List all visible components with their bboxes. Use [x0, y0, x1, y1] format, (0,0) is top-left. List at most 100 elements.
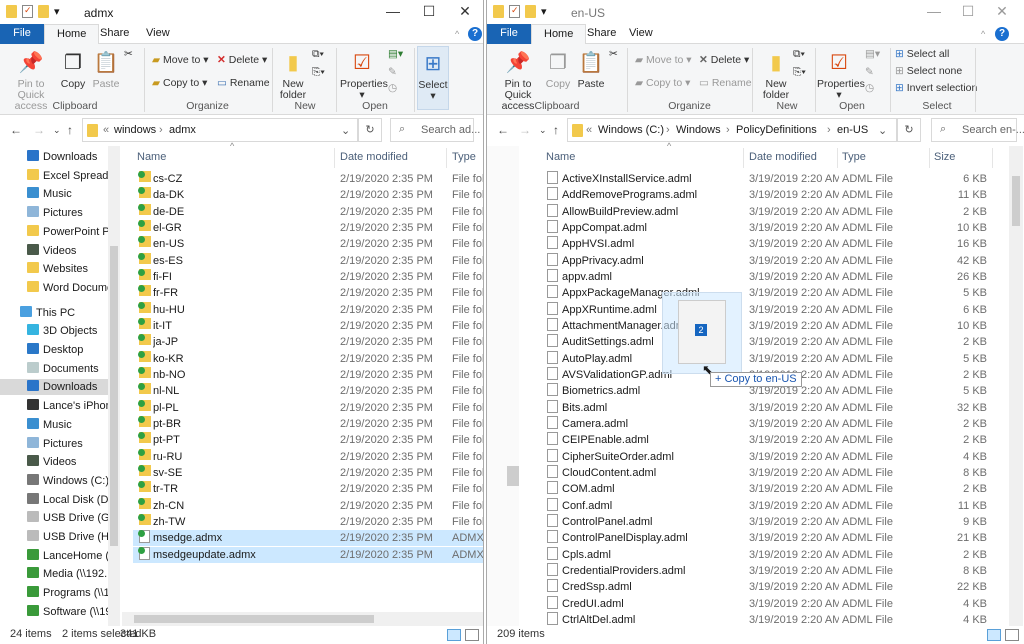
- nav-item[interactable]: Word Documents: [0, 280, 108, 296]
- file-row[interactable]: AppxPackageManager.adml 3/19/2019 2:20 AM…: [541, 285, 1007, 301]
- new-item-icon[interactable]: ⧉▾: [793, 48, 805, 61]
- nav-item[interactable]: Software (\\192.168...: [0, 604, 108, 620]
- file-row[interactable]: cs-CZ 2/19/2020 2:35 PM File folder: [133, 171, 483, 187]
- file-row[interactable]: msedge.admx 2/19/2020 2:35 PM ADMX File: [133, 530, 483, 547]
- minimize-button[interactable]: —: [919, 3, 949, 19]
- file-row[interactable]: ControlPanelDisplay.adml 3/19/2019 2:20 A…: [541, 530, 1007, 546]
- file-row[interactable]: AttachmentManager.adml 3/19/2019 2:20 AM A…: [541, 317, 1007, 334]
- recent-locations-icon[interactable]: ⌄: [53, 125, 61, 136]
- file-row[interactable]: pt-BR 2/19/2020 2:35 PM File folder: [133, 415, 483, 432]
- file-row[interactable]: AuditSettings.adml 3/19/2019 2:20 AM ADML …: [541, 334, 1007, 350]
- close-button[interactable]: ✕: [450, 3, 480, 20]
- history-icon[interactable]: ◷: [865, 82, 874, 94]
- edit-icon[interactable]: ✎: [388, 66, 397, 78]
- file-row[interactable]: CredentialProviders.adml 3/19/2019 2:20 A…: [541, 562, 1007, 579]
- column-header-type[interactable]: Type: [452, 148, 476, 166]
- up-button[interactable]: ↑: [553, 123, 559, 137]
- back-button[interactable]: ←: [497, 123, 509, 137]
- move-to-button[interactable]: ▰ Move to ▾: [635, 54, 692, 66]
- breadcrumb-overflow[interactable]: «: [586, 124, 592, 136]
- breadcrumb-en-us[interactable]: en-US: [837, 124, 868, 136]
- tab-file[interactable]: File: [487, 24, 531, 44]
- history-icon[interactable]: ◷: [388, 82, 397, 94]
- file-row[interactable]: CredUI.adml 3/19/2019 2:20 AM ADML File 4 K…: [541, 595, 1007, 612]
- file-row[interactable]: ja-JP 2/19/2020 2:35 PM File folder: [133, 334, 483, 350]
- collapse-ribbon-icon[interactable]: ^: [981, 29, 985, 39]
- new-folder-button[interactable]: ▮ New folder: [759, 50, 793, 101]
- address-dropdown-icon[interactable]: ⌄: [341, 124, 350, 137]
- nav-item[interactable]: Videos: [0, 454, 108, 470]
- nav-item[interactable]: Programs (\\192.168...: [0, 585, 108, 601]
- paste-button[interactable]: 📋 Paste: [90, 50, 122, 90]
- file-row[interactable]: nb-NO 2/19/2020 2:35 PM File folder: [133, 366, 483, 383]
- new-folder-icon[interactable]: [525, 5, 536, 18]
- minimize-button[interactable]: —: [378, 3, 408, 19]
- file-row[interactable]: AutoPlay.adml 3/19/2019 2:20 AM ADML File 5…: [541, 350, 1007, 367]
- search-box[interactable]: ⌕ Search ad...: [390, 118, 480, 142]
- file-row[interactable]: msedgeupdate.admx 2/19/2020 2:35 PM ADMX F…: [133, 546, 483, 563]
- column-header-date-modified[interactable]: Date modified: [340, 148, 408, 166]
- column-header-size[interactable]: Size: [934, 148, 955, 166]
- scrollbar-thumb[interactable]: [507, 466, 519, 486]
- help-icon[interactable]: ?: [468, 27, 482, 41]
- rename-button[interactable]: ▭ Rename: [699, 77, 752, 89]
- horizontal-scrollbar[interactable]: [122, 612, 483, 626]
- properties-button[interactable]: ☑ Properties ▾: [340, 50, 388, 101]
- file-row[interactable]: ActiveXInstallService.adml 3/19/2019 2:20…: [541, 171, 1007, 187]
- file-row[interactable]: ko-KR 2/19/2020 2:35 PM File folder: [133, 350, 483, 367]
- nav-item[interactable]: This PC: [0, 305, 108, 321]
- invert-selection-button[interactable]: ⊞ Invert selection: [895, 82, 977, 94]
- file-row[interactable]: CEIPEnable.adml 3/19/2019 2:20 AM ADML Fil…: [541, 432, 1007, 448]
- maximize-button[interactable]: ☐: [414, 3, 444, 20]
- column-header-type[interactable]: Type: [842, 148, 866, 166]
- open-icon[interactable]: ▤▾: [865, 48, 880, 60]
- file-row[interactable]: nl-NL 2/19/2020 2:35 PM File folder: [133, 383, 483, 399]
- nav-item[interactable]: Music: [0, 186, 108, 202]
- customize-dropdown-icon[interactable]: ▾: [541, 5, 547, 18]
- column-header-name[interactable]: Name: [546, 148, 575, 166]
- easy-access-icon[interactable]: ⎘▾: [793, 66, 806, 79]
- tab-file[interactable]: File: [0, 24, 44, 44]
- breadcrumb-windows[interactable]: Windows: [676, 124, 721, 136]
- scrollbar-thumb[interactable]: [1012, 176, 1020, 226]
- file-row[interactable]: el-GR 2/19/2020 2:35 PM File folder: [133, 219, 483, 236]
- file-row[interactable]: zh-CN 2/19/2020 2:35 PM File folder: [133, 497, 483, 514]
- tab-view[interactable]: View: [134, 24, 182, 44]
- delete-button[interactable]: ✕ Delete ▾: [699, 54, 749, 66]
- file-row[interactable]: Camera.adml 3/19/2019 2:20 AM ADML File 2 K…: [541, 415, 1007, 432]
- nav-item[interactable]: Desktop: [0, 342, 108, 358]
- file-row[interactable]: de-DE 2/19/2020 2:35 PM File folder: [133, 203, 483, 220]
- column-header-name[interactable]: Name: [137, 148, 166, 166]
- select-all-button[interactable]: ⊞ Select all: [895, 48, 949, 60]
- paste-button[interactable]: 📋 Paste: [575, 50, 607, 90]
- nav-item[interactable]: Websites: [0, 261, 108, 277]
- nav-item[interactable]: Pictures: [0, 205, 108, 221]
- nav-item[interactable]: LanceHome (\\192.168...: [0, 548, 108, 564]
- refresh-button[interactable]: ↻: [358, 118, 382, 142]
- file-row[interactable]: CredSsp.adml 3/19/2019 2:20 AM ADML File 22…: [541, 579, 1007, 595]
- breadcrumb-windows-c[interactable]: Windows (C:): [598, 124, 664, 136]
- file-row[interactable]: ControlPanel.adml 3/19/2019 2:20 AM ADML F…: [541, 513, 1007, 530]
- nav-item[interactable]: USB Drive (G:): [0, 510, 108, 526]
- search-box[interactable]: ⌕ Search en-...: [931, 118, 1024, 142]
- file-row[interactable]: appv.adml 3/19/2019 2:20 AM ADML File 26 KB: [541, 268, 1007, 285]
- address-bar[interactable]: « windows › admx ⌄: [82, 118, 358, 142]
- file-row[interactable]: pt-PT 2/19/2020 2:35 PM File folder: [133, 432, 483, 448]
- file-row[interactable]: COM.adml 3/19/2019 2:20 AM ADML File 2 KB: [541, 481, 1007, 497]
- refresh-button[interactable]: ↻: [897, 118, 921, 142]
- file-row[interactable]: AppHVSI.adml 3/19/2019 2:20 AM ADML File 16…: [541, 236, 1007, 252]
- copy-button[interactable]: ❐ Copy: [58, 50, 88, 90]
- nav-item[interactable]: Pictures: [0, 436, 108, 452]
- file-row[interactable]: AppCompat.adml 3/19/2019 2:20 AM ADML File…: [541, 219, 1007, 236]
- nav-item[interactable]: PowerPoint Presentations: [0, 224, 108, 240]
- file-row[interactable]: da-DK 2/19/2020 2:35 PM File folder: [133, 187, 483, 203]
- file-row[interactable]: es-ES 2/19/2020 2:35 PM File folder: [133, 252, 483, 269]
- nav-item[interactable]: Downloads: [0, 379, 108, 396]
- copy-to-button[interactable]: ▰ Copy to ▾: [152, 77, 207, 89]
- file-row[interactable]: AppPrivacy.adml 3/19/2019 2:20 AM ADML Fil…: [541, 252, 1007, 269]
- properties-icon[interactable]: [22, 5, 33, 18]
- file-row[interactable]: CtrlAltDel.adml 3/19/2019 2:20 AM ADML Fil…: [541, 611, 1007, 628]
- properties-button[interactable]: ☑ Properties ▾: [817, 50, 865, 101]
- nav-item[interactable]: 3D Objects: [0, 323, 108, 339]
- easy-access-icon[interactable]: ⎘▾: [312, 66, 325, 79]
